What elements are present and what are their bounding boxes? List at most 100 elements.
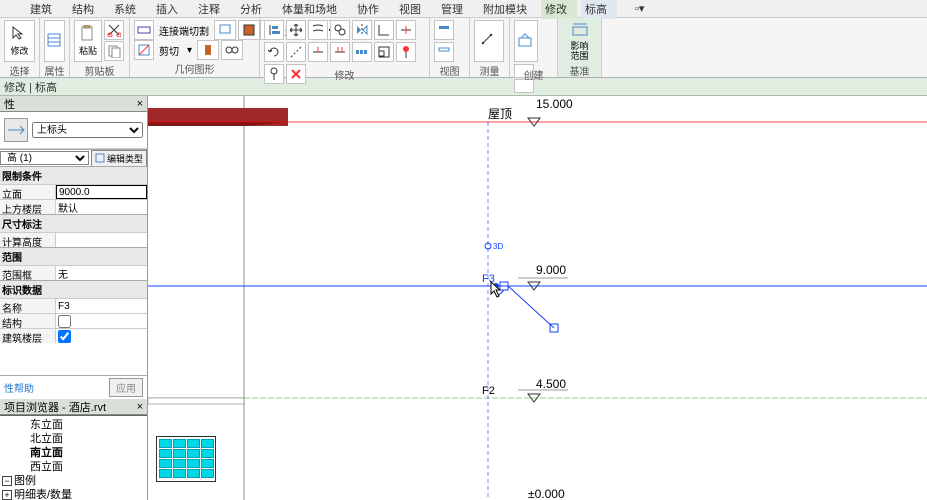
tree-south-elev[interactable]: 南立面 (2, 446, 145, 460)
trim-corner-button[interactable] (374, 20, 394, 40)
tree-schedules[interactable]: 明细表/数量 (14, 489, 72, 500)
select-tool-button[interactable]: 修改 (4, 20, 35, 62)
prop-elev-input[interactable] (56, 185, 147, 199)
tab-collab[interactable]: 协作 (347, 0, 389, 19)
hide-cat-button[interactable] (434, 20, 454, 40)
copy-button[interactable] (104, 41, 124, 61)
edit-type-button[interactable]: 编辑类型 (91, 150, 147, 167)
cope-label: 连接端切割 (156, 21, 212, 40)
trim1-icon (311, 45, 325, 59)
navigation-thumbnail[interactable] (156, 436, 216, 482)
tab-expand-icon[interactable]: ▫▾ (625, 0, 654, 17)
prop-calc-input[interactable] (56, 233, 147, 247)
prop-scope-input[interactable] (56, 266, 147, 280)
hide-icon (437, 23, 451, 37)
edit-type-icon (95, 153, 105, 163)
close-icon[interactable]: × (137, 98, 143, 110)
trim-single-button[interactable] (308, 42, 328, 62)
split-face-button[interactable] (221, 40, 243, 60)
align-button[interactable] (264, 20, 284, 40)
close-browser-icon[interactable]: × (137, 401, 143, 413)
mirror-draw-button[interactable] (286, 42, 306, 62)
wall-open-icon (242, 23, 256, 37)
tab-insert[interactable]: 插入 (146, 0, 188, 19)
propagate-extents-button[interactable]: 影响 范围 (562, 20, 597, 62)
options-bar: 修改 | 标高 (0, 78, 927, 96)
rotate-button[interactable] (264, 42, 284, 62)
hide-elem-button[interactable] (434, 42, 454, 62)
trim2-icon (333, 45, 347, 59)
tab-struct[interactable]: 结构 (62, 0, 104, 19)
cursor-icon (11, 25, 29, 43)
paste-button[interactable]: 粘贴 (74, 20, 102, 62)
tab-manage[interactable]: 管理 (431, 0, 473, 19)
prop-name-label: 名称 (0, 299, 56, 313)
copy-mod-icon (333, 23, 347, 37)
split-icon (399, 23, 413, 37)
expand-icon[interactable]: − (2, 476, 12, 486)
instance-filter[interactable]: 高 (1) (0, 151, 89, 165)
prop-scope-label: 范围框 (0, 266, 56, 280)
mirror-icon (355, 23, 369, 37)
pin-button[interactable] (396, 42, 416, 62)
demolish-icon (201, 43, 215, 57)
array-button[interactable] (352, 42, 372, 62)
mirror-axis-button[interactable] (352, 20, 372, 40)
level-f2-value[interactable]: 4.500 (536, 377, 566, 391)
tree-west-elev[interactable]: 西立面 (2, 460, 145, 474)
split-button[interactable] (396, 20, 416, 40)
create-similar-button[interactable] (514, 20, 538, 62)
create-icon (517, 32, 535, 50)
move-button[interactable] (286, 20, 306, 40)
apply-button[interactable]: 应用 (109, 378, 143, 397)
measure-button[interactable] (474, 20, 504, 62)
tree-north-elev[interactable]: 北立面 (2, 432, 145, 446)
expand-icon[interactable]: + (2, 490, 12, 500)
cope-button[interactable] (134, 20, 154, 40)
tab-addins[interactable]: 附加模块 (473, 0, 537, 19)
tab-analyze[interactable]: 分析 (230, 0, 272, 19)
prop-above-input[interactable] (56, 200, 147, 214)
copy-mod-button[interactable] (330, 20, 350, 40)
level-f1-value[interactable]: ±0.000 (528, 487, 565, 500)
drawing-canvas[interactable]: 屋顶 15.000 3D F3 9.000 F2 4.500 (148, 96, 927, 500)
level-f3-value[interactable]: 9.000 (536, 263, 566, 277)
opening-button[interactable] (214, 20, 236, 40)
prop-bfloor-check[interactable] (58, 330, 71, 343)
prop-name-input[interactable] (56, 299, 147, 313)
wall-opening-button[interactable] (238, 20, 260, 40)
tab-annotate[interactable]: 注释 (188, 0, 230, 19)
demolish-button[interactable] (197, 40, 219, 60)
level-roof-label[interactable]: 屋顶 (488, 107, 512, 121)
tab-massing[interactable]: 体量和场地 (272, 0, 347, 19)
hide-e-icon (437, 45, 451, 59)
properties-help-link[interactable]: 性帮助 (4, 380, 34, 395)
properties-panel-title: 性 × (0, 96, 147, 112)
section-constraints: 限制条件 (0, 166, 147, 184)
scissors-icon (107, 23, 121, 37)
properties-button[interactable] (44, 20, 65, 62)
level-f2-label[interactable]: F2 (482, 385, 495, 397)
project-browser-tree[interactable]: 东立面 北立面 南立面 西立面 −图例 +明细表/数量 −图纸 (全部) 001… (0, 415, 147, 500)
cut-clipboard-button[interactable] (104, 20, 124, 40)
tab-view[interactable]: 视图 (389, 0, 431, 19)
group-create-label: 创建 (514, 66, 553, 83)
scale-button[interactable] (374, 42, 394, 62)
offset-button[interactable] (308, 20, 328, 40)
prop-struct-check[interactable] (58, 315, 71, 328)
ribbon-tabs: 建筑 结构 系统 插入 注释 分析 体量和场地 协作 视图 管理 附加模块 修改… (0, 0, 927, 18)
trim-multi-button[interactable] (330, 42, 350, 62)
tab-level-context[interactable]: 标高 (581, 0, 617, 19)
tab-modify[interactable]: 修改 (541, 0, 577, 19)
prop-elev-label: 立面 (0, 185, 56, 199)
type-selector[interactable]: 上标头 (32, 122, 143, 138)
tab-arch[interactable]: 建筑 (20, 0, 62, 19)
section-extent: 范围 (0, 247, 147, 265)
tree-legends[interactable]: 图例 (14, 475, 36, 487)
project-browser-title: 项目浏览器 - 酒店.rvt × (0, 399, 147, 415)
tab-systems[interactable]: 系统 (104, 0, 146, 19)
tree-east-elev[interactable]: 东立面 (2, 418, 145, 432)
level-roof-value[interactable]: 15.000 (536, 97, 573, 111)
split-face-icon (225, 43, 239, 57)
cut-geom-button[interactable] (134, 40, 154, 60)
